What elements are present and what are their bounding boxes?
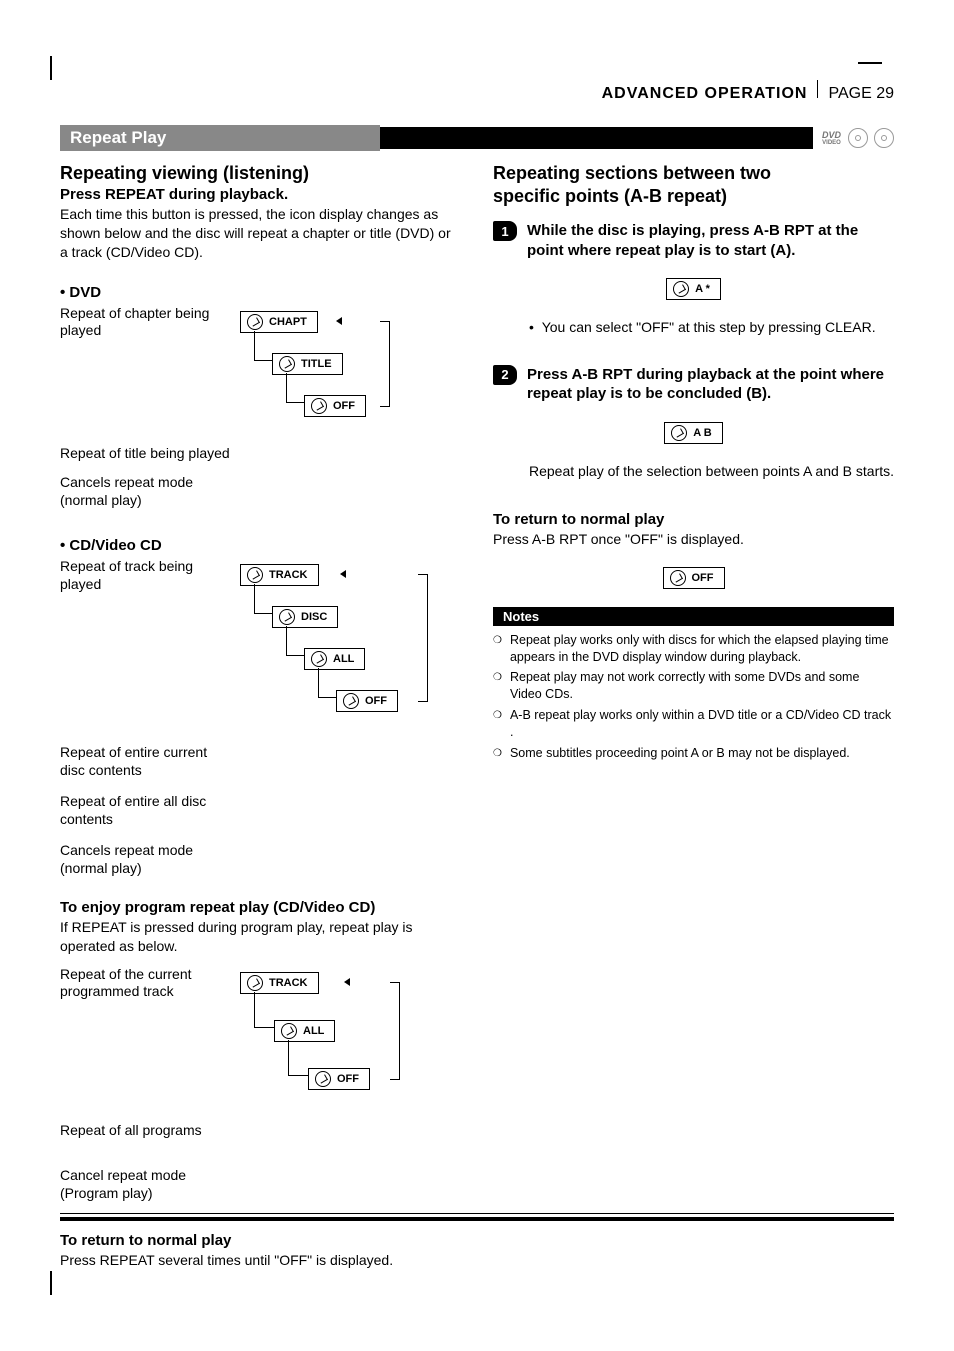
section-title-bar: Repeat Play DVD VIDEO bbox=[60, 127, 894, 149]
chip-all: ALL bbox=[274, 1020, 335, 1042]
crop-mark-tl bbox=[50, 56, 52, 80]
cd-heading: • CD/Video CD bbox=[60, 537, 461, 554]
chip-off: OFF bbox=[304, 395, 366, 417]
left-return-head: To return to normal play bbox=[60, 1232, 461, 1249]
repeat-icon bbox=[279, 609, 295, 625]
right-column: Repeating sections between two specific … bbox=[493, 163, 894, 1280]
footer-rules bbox=[60, 1213, 894, 1221]
step-2-badge: 2 bbox=[493, 365, 517, 385]
repeat-icon bbox=[671, 425, 687, 441]
right-return-head: To return to normal play bbox=[493, 511, 894, 528]
chip-off: OFF bbox=[336, 690, 398, 712]
chip-off: OFF bbox=[308, 1068, 370, 1090]
step-2-text: Press A-B RPT during playback at the poi… bbox=[527, 365, 894, 404]
header-divider bbox=[817, 80, 818, 98]
notes-heading: Notes bbox=[493, 607, 894, 626]
prog-row2: Repeat of all programs bbox=[60, 1122, 230, 1140]
repeat-icon bbox=[281, 1023, 297, 1039]
page-header: ADVANCED OPERATION PAGE 29 bbox=[60, 80, 894, 103]
chip-disc: DISC bbox=[272, 606, 338, 628]
note-3: A-B repeat play works only within a DVD … bbox=[510, 707, 894, 741]
repeat-icon bbox=[670, 570, 686, 586]
left-return-para: Press REPEAT several times until "OFF" i… bbox=[60, 1251, 461, 1270]
repeat-icon bbox=[311, 651, 327, 667]
disc-logo-1 bbox=[848, 128, 868, 148]
repeat-icon bbox=[343, 693, 359, 709]
chip-chapt: CHAPT bbox=[240, 311, 318, 333]
step-1-text: While the disc is playing, press A-B RPT… bbox=[527, 221, 894, 260]
repeat-icon bbox=[247, 567, 263, 583]
prog-para: If REPEAT is pressed during program play… bbox=[60, 918, 461, 956]
cd-row2: Repeat of entire current disc contents bbox=[60, 744, 230, 779]
disc-logo-2 bbox=[874, 128, 894, 148]
cd-row1: Repeat of track being played bbox=[60, 558, 230, 593]
left-column: Repeating viewing (listening) Press REPE… bbox=[60, 163, 461, 1280]
prog-row1: Repeat of the current programmed track bbox=[60, 966, 230, 1001]
dvd-row3: Cancels repeat mode (normal play) bbox=[60, 474, 230, 509]
note-2: Repeat play may not work correctly with … bbox=[510, 669, 894, 703]
dvd-logo: DVD VIDEO bbox=[821, 130, 842, 147]
dvd-row1: Repeat of chapter being played bbox=[60, 305, 230, 340]
right-heading-2: specific points (A-B repeat) bbox=[493, 186, 894, 207]
section-title: Repeat Play bbox=[60, 125, 380, 151]
repeat-icon bbox=[247, 314, 263, 330]
repeat-icon bbox=[311, 398, 327, 414]
header-page: PAGE 29 bbox=[828, 85, 894, 103]
dvd-row2: Repeat of title being played bbox=[60, 445, 230, 463]
step-1-badge: 1 bbox=[493, 221, 517, 241]
chip-a-star: A * bbox=[666, 278, 721, 300]
chip-title: TITLE bbox=[272, 353, 343, 375]
chip-off-ab: OFF bbox=[663, 567, 725, 589]
repeat-icon bbox=[673, 281, 689, 297]
step1-bullet: • You can select "OFF" at this step by p… bbox=[529, 318, 894, 337]
repeat-icon bbox=[315, 1071, 331, 1087]
step-2: 2 Press A-B RPT during playback at the p… bbox=[493, 365, 894, 404]
right-return-para: Press A-B RPT once "OFF" is displayed. bbox=[493, 530, 894, 549]
crop-mark-tr bbox=[858, 62, 882, 64]
crop-mark-bl bbox=[50, 1271, 52, 1295]
chip-a-b: A B bbox=[664, 422, 723, 444]
chip-all: ALL bbox=[304, 648, 365, 670]
note-4: Some subtitles proceeding point A or B m… bbox=[510, 745, 850, 762]
dvd-heading: • DVD bbox=[60, 284, 461, 301]
notes-list: Repeat play works only with discs for wh… bbox=[493, 632, 894, 762]
chip-track: TRACK bbox=[240, 564, 319, 586]
cd-row3: Repeat of entire all disc contents bbox=[60, 793, 230, 828]
prog-row3: Cancel repeat mode (Program play) bbox=[60, 1167, 230, 1202]
header-section: ADVANCED OPERATION bbox=[602, 85, 808, 103]
step-1: 1 While the disc is playing, press A-B R… bbox=[493, 221, 894, 260]
after-step2: Repeat play of the selection between poi… bbox=[529, 462, 894, 481]
repeat-icon bbox=[247, 975, 263, 991]
left-intro: Each time this button is pressed, the ic… bbox=[60, 205, 461, 262]
media-logos: DVD VIDEO bbox=[821, 128, 894, 148]
note-1: Repeat play works only with discs for wh… bbox=[510, 632, 894, 666]
left-heading: Repeating viewing (listening) bbox=[60, 163, 461, 184]
prog-head: To enjoy program repeat play (CD/Video C… bbox=[60, 899, 461, 916]
chip-track: TRACK bbox=[240, 972, 319, 994]
right-heading-1: Repeating sections between two bbox=[493, 163, 894, 184]
cd-row4: Cancels repeat mode (normal play) bbox=[60, 842, 230, 877]
left-subhead: Press REPEAT during playback. bbox=[60, 186, 461, 203]
repeat-icon bbox=[279, 356, 295, 372]
